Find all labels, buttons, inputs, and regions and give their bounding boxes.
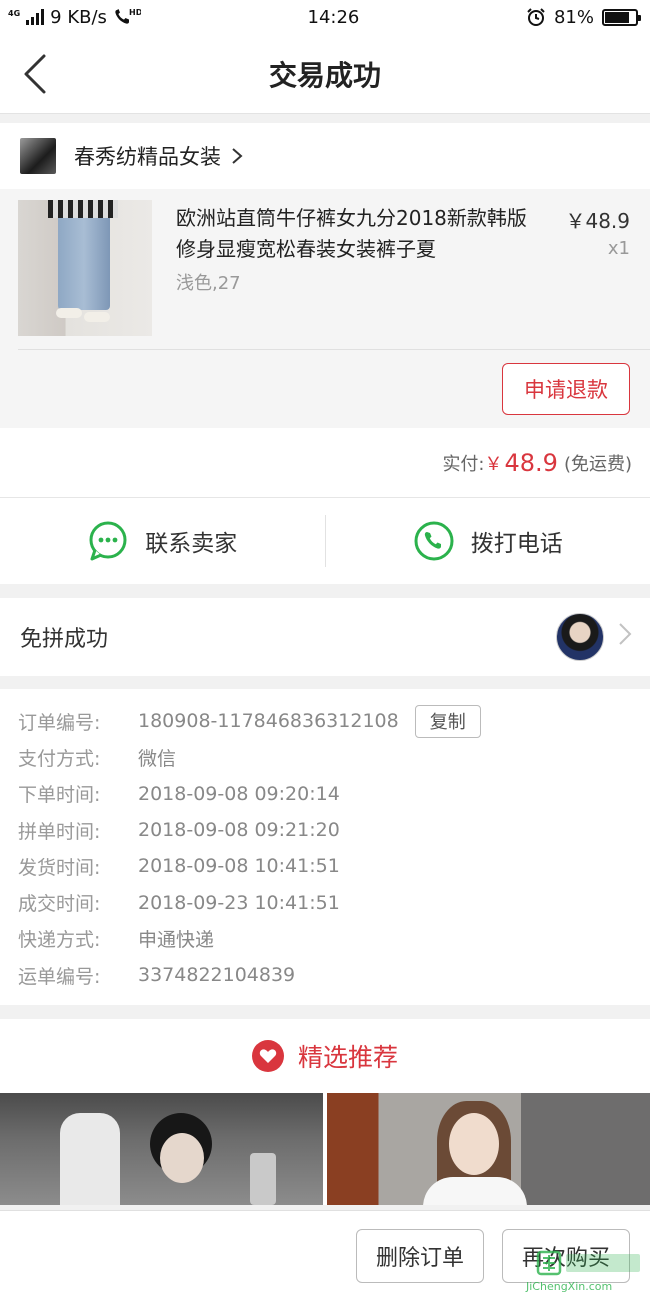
- heart-icon: [251, 1040, 284, 1073]
- info-value: 2018-09-23 10:41:51: [138, 891, 340, 914]
- info-key: 拼单时间:: [18, 820, 101, 843]
- back-button[interactable]: [20, 52, 60, 96]
- paid-label: 实付:: [442, 453, 485, 475]
- shop-name: 春秀纺精品女装: [74, 145, 221, 169]
- product-price: ￥48.9: [565, 209, 630, 233]
- chevron-right-icon: [232, 148, 243, 164]
- product-variant: 浅色,27: [176, 273, 241, 294]
- info-value: 申通快递: [138, 929, 215, 952]
- info-key: 下单时间:: [18, 784, 101, 807]
- order-info: 订单编号: 180908-117846836312108 复制 支付方式: 微信…: [0, 689, 650, 1006]
- product-title: 欧洲站直筒牛仔裤女九分2018新款韩版修身显瘦宽松春装女装裤子夏: [176, 206, 527, 261]
- paid-currency: ￥: [484, 453, 503, 475]
- info-row-tracking-number: 运单编号: 3374822104839: [18, 957, 650, 993]
- chat-bubble-icon: [89, 521, 127, 561]
- watermark-text: JiChengXin.com: [525, 1280, 612, 1293]
- network-speed: 9 KB/s: [50, 6, 107, 28]
- product-image: [18, 200, 152, 336]
- watermark-logo: JiChengXin.com: [525, 1250, 640, 1293]
- phone-hd-icon: HD: [115, 8, 141, 24]
- call-label: 拨打电话: [470, 531, 563, 557]
- info-row-payment-method: 支付方式: 微信: [18, 739, 650, 775]
- copy-button[interactable]: 复制: [414, 704, 481, 738]
- info-row-courier: 快递方式: 申通快递: [18, 921, 650, 957]
- paid-amount: 48.9: [504, 448, 558, 477]
- recommend-item-image[interactable]: [0, 1093, 323, 1206]
- group-status-label: 免拼成功: [20, 627, 109, 652]
- status-left: 4G 9 KB/s HD: [8, 7, 141, 28]
- chevron-left-icon: [24, 54, 46, 94]
- info-row-order-number: 订单编号: 180908-117846836312108 复制: [18, 703, 650, 739]
- refund-button[interactable]: 申请退款: [502, 363, 630, 415]
- alarm-clock-icon: [527, 8, 545, 26]
- info-key: 订单编号:: [18, 711, 101, 734]
- order-number: 180908-117846836312108: [138, 710, 399, 733]
- info-row-ship-time: 发货时间: 2018-09-08 10:41:51: [18, 848, 650, 884]
- shop-avatar: [20, 138, 56, 174]
- payment-summary: 实付: ￥ 48.9 (免运费): [0, 428, 650, 498]
- contact-row: 联系卖家 拨打电话: [0, 498, 650, 584]
- info-row-order-time: 下单时间: 2018-09-08 09:20:14: [18, 776, 650, 812]
- avatar: [556, 613, 604, 661]
- delete-order-button[interactable]: 删除订单: [356, 1229, 484, 1283]
- info-key: 快递方式:: [18, 929, 101, 952]
- call-button[interactable]: 拨打电话: [326, 520, 650, 562]
- info-key: 支付方式:: [18, 747, 101, 770]
- shipping-note: (免运费): [563, 453, 632, 475]
- info-value: 微信: [138, 747, 177, 770]
- contact-seller-button[interactable]: 联系卖家: [0, 520, 325, 562]
- recommend-header: 精选推荐: [0, 1019, 650, 1094]
- signal-icon: [26, 9, 45, 25]
- svg-text:HD: HD: [129, 8, 141, 17]
- status-time: 14:26: [307, 6, 360, 28]
- info-key: 运单编号:: [18, 965, 101, 988]
- group-status-row[interactable]: 免拼成功: [0, 598, 650, 676]
- refund-row: 申请退款: [0, 349, 650, 428]
- product-quantity: x1: [607, 238, 630, 259]
- info-value: 2018-09-08 10:41:51: [138, 855, 340, 878]
- recommend-grid: [0, 1093, 650, 1206]
- bottom-action-bar: 删除订单 再次购买 JiChengXin.com: [0, 1210, 650, 1300]
- info-value: 2018-09-08 09:21:20: [138, 819, 340, 842]
- network-type: 4G: [8, 8, 21, 18]
- product-card[interactable]: 欧洲站直筒牛仔裤女九分2018新款韩版修身显瘦宽松春装女装裤子夏 浅色,27 ￥…: [0, 189, 650, 349]
- info-value: 3374822104839: [138, 964, 296, 987]
- info-row-group-time: 拼单时间: 2018-09-08 09:21:20: [18, 812, 650, 848]
- info-key: 发货时间:: [18, 856, 101, 879]
- info-row-deal-time: 成交时间: 2018-09-23 10:41:51: [18, 884, 650, 920]
- battery-percent: 81%: [553, 6, 594, 28]
- chevron-right-icon: [619, 623, 632, 645]
- phone-icon: [414, 521, 454, 561]
- shop-row[interactable]: 春秀纺精品女装: [0, 123, 650, 189]
- status-right: 81%: [526, 6, 641, 28]
- recommend-item-image[interactable]: [327, 1093, 650, 1206]
- contact-seller-label: 联系卖家: [145, 531, 238, 557]
- info-key: 成交时间:: [18, 893, 101, 916]
- status-bar: 4G 9 KB/s HD 14:26 81%: [0, 0, 650, 34]
- page-title: 交易成功: [268, 58, 381, 92]
- battery-icon: [602, 8, 641, 26]
- info-value: 2018-09-08 09:20:14: [138, 782, 340, 805]
- recommend-title: 精选推荐: [297, 1043, 398, 1073]
- header: 交易成功: [0, 34, 650, 114]
